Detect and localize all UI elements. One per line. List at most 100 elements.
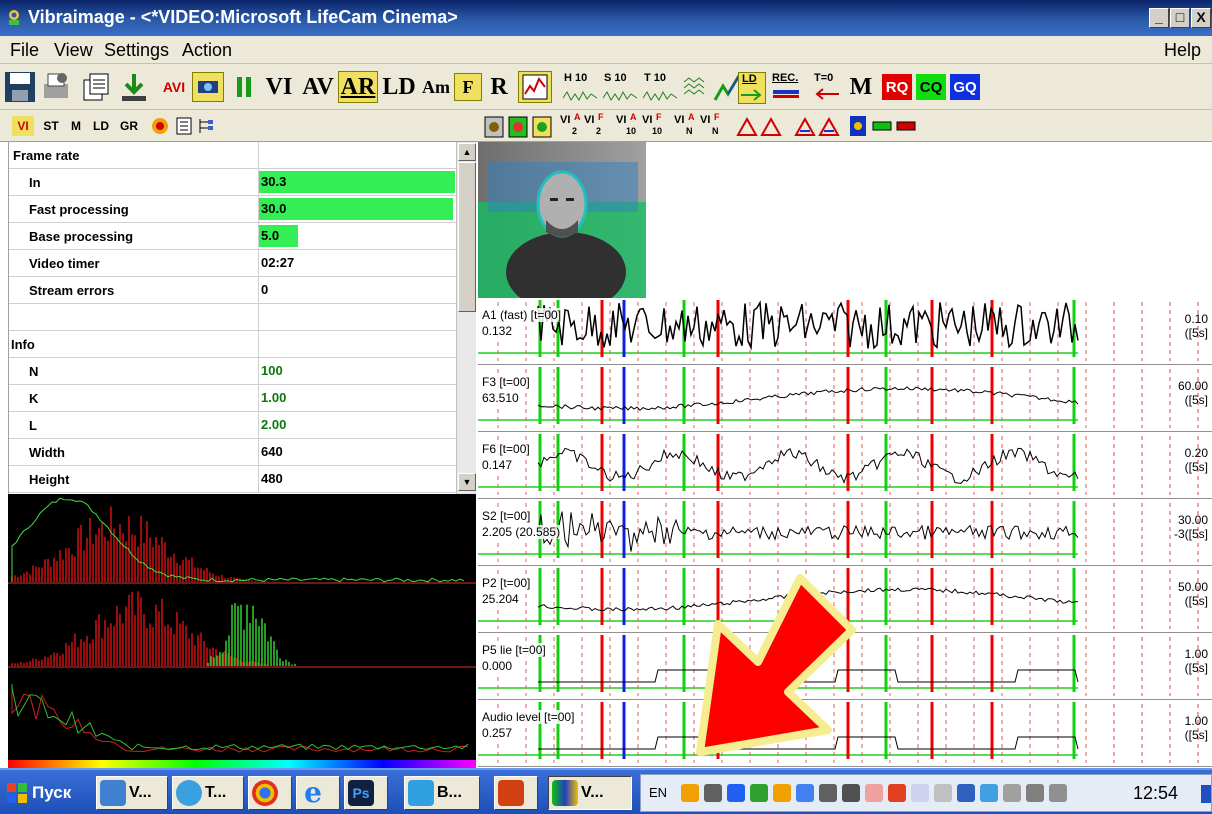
t0-button[interactable]: T=0 — [810, 72, 842, 104]
vi2b-button[interactable]: VI F 2 — [584, 112, 606, 138]
photo-icon[interactable] — [484, 116, 504, 138]
vinb-button[interactable]: VI F N — [700, 112, 724, 138]
green-bar-icon[interactable] — [872, 118, 892, 134]
delta-filled-f-icon[interactable] — [818, 115, 840, 137]
taskbar-item[interactable] — [494, 776, 538, 810]
rq-button[interactable]: RQ — [882, 74, 912, 100]
properties-scrollbar[interactable]: ▲ ▼ — [456, 142, 476, 494]
ld-small-button[interactable]: LD — [738, 72, 766, 104]
download-icon[interactable] — [118, 70, 150, 104]
language-indicator[interactable]: EN — [649, 785, 667, 800]
color-photo-icon[interactable] — [508, 116, 528, 138]
am-button[interactable]: Am — [420, 71, 452, 103]
tray-app-icon[interactable] — [727, 784, 745, 802]
tray-app-icon[interactable] — [865, 784, 883, 802]
tray-app-icon[interactable] — [980, 784, 998, 802]
r-button[interactable]: R — [486, 71, 512, 103]
taskbar-item-active[interactable]: V... — [548, 776, 632, 810]
tree-icon[interactable] — [196, 116, 216, 136]
menu-action[interactable]: Action — [182, 40, 232, 61]
taskbar-item[interactable]: Ps — [344, 776, 388, 810]
gr-mode-button[interactable]: GR — [118, 116, 140, 136]
tray-app-icon[interactable] — [911, 784, 929, 802]
start-button[interactable]: Пуск — [6, 776, 84, 810]
property-row[interactable]: Base processing 5.0 — [9, 223, 456, 250]
delta-filled-a-icon[interactable] — [794, 115, 816, 137]
document-icon[interactable] — [174, 116, 194, 136]
multi-wave-icon[interactable] — [682, 74, 710, 102]
s10-button[interactable]: S 10 — [600, 72, 640, 104]
m-mode-button[interactable]: M — [68, 116, 84, 136]
tray-app-icon[interactable] — [704, 784, 722, 802]
properties-table[interactable]: Frame rate In 30.3 Fast processing 30.0 … — [8, 142, 456, 494]
target-icon[interactable] — [150, 116, 170, 136]
vi10a-button[interactable]: VI A 10 — [616, 112, 640, 138]
property-row[interactable]: L 2.00 — [9, 412, 456, 439]
st-mode-button[interactable]: ST — [40, 116, 62, 136]
tray-app-icon[interactable] — [934, 784, 952, 802]
tray-app-icon[interactable] — [796, 784, 814, 802]
gq-button[interactable]: GQ — [950, 74, 980, 100]
print-icon[interactable] — [40, 70, 72, 104]
h10-button[interactable]: H 10 — [560, 72, 600, 104]
show-desktop-button[interactable] — [1201, 785, 1211, 803]
delta-f-icon[interactable] — [760, 115, 782, 137]
scroll-up-icon[interactable]: ▲ — [458, 143, 476, 161]
menu-help[interactable]: Help — [1164, 40, 1201, 61]
property-row[interactable]: Stream errors 0 — [9, 277, 456, 304]
ld-mode-button[interactable]: LD — [90, 116, 112, 136]
taskbar-item[interactable]: B... — [404, 776, 480, 810]
tray-app-icon[interactable] — [1049, 784, 1067, 802]
green-photo-icon[interactable] — [532, 116, 552, 138]
delta-a-icon[interactable] — [736, 115, 758, 137]
menu-file[interactable]: File — [10, 40, 39, 61]
pages-icon[interactable] — [80, 70, 112, 104]
title-bar[interactable]: Vibraimage - <*VIDEO:Microsoft LifeCam C… — [0, 0, 1212, 36]
camera-button[interactable] — [192, 72, 224, 102]
close-button[interactable]: X — [1191, 8, 1211, 28]
tray-app-icon[interactable] — [1026, 784, 1044, 802]
minimize-button[interactable]: _ — [1149, 8, 1169, 28]
stop-sign-icon[interactable] — [848, 115, 868, 137]
taskbar-item[interactable]: e — [296, 776, 340, 810]
tray-app-icon[interactable] — [773, 784, 791, 802]
red-bar-icon[interactable] — [896, 118, 916, 134]
scroll-down-icon[interactable]: ▼ — [458, 473, 476, 491]
vi2a-button[interactable]: VI A 2 — [560, 112, 582, 138]
pause-button[interactable] — [232, 72, 256, 102]
scroll-thumb[interactable] — [458, 162, 476, 312]
av-button[interactable]: AV — [300, 71, 336, 103]
property-row[interactable]: Video timer 02:27 — [9, 250, 456, 277]
clock[interactable]: 12:54 — [1133, 783, 1178, 804]
tray-app-icon[interactable] — [957, 784, 975, 802]
taskbar-item[interactable] — [248, 776, 292, 810]
tray-app-icon[interactable] — [819, 784, 837, 802]
rec-button[interactable]: REC. — [770, 72, 804, 104]
avi-button[interactable]: AVI — [158, 72, 190, 102]
property-row[interactable]: In 30.3 — [9, 169, 456, 196]
vi10b-button[interactable]: VI F 10 — [642, 112, 666, 138]
m-button[interactable]: M — [846, 71, 876, 103]
graph-button[interactable] — [518, 71, 552, 103]
tray-app-icon[interactable] — [1003, 784, 1021, 802]
save-icon[interactable] — [4, 70, 36, 104]
f-button[interactable]: F — [454, 73, 482, 101]
tray-app-icon[interactable] — [681, 784, 699, 802]
cq-button[interactable]: CQ — [916, 74, 946, 100]
taskbar-item[interactable]: V... — [96, 776, 168, 810]
menu-view[interactable]: View — [54, 40, 93, 61]
t10-button[interactable]: T 10 — [640, 72, 680, 104]
video-preview[interactable] — [478, 142, 646, 298]
tray-app-icon[interactable] — [750, 784, 768, 802]
vi-mode-button[interactable]: VI — [12, 116, 34, 136]
menu-settings[interactable]: Settings — [104, 40, 169, 61]
property-row[interactable]: Width 640 — [9, 439, 456, 466]
property-row[interactable]: Height 480 — [9, 466, 456, 493]
vina-button[interactable]: VI A N — [674, 112, 698, 138]
tray-app-icon[interactable] — [842, 784, 860, 802]
maximize-button[interactable]: □ — [1170, 8, 1190, 28]
property-row[interactable]: N 100 — [9, 358, 456, 385]
ar-button[interactable]: AR — [338, 71, 378, 103]
tray-app-icon[interactable] — [888, 784, 906, 802]
property-row[interactable]: Fast processing 30.0 — [9, 196, 456, 223]
